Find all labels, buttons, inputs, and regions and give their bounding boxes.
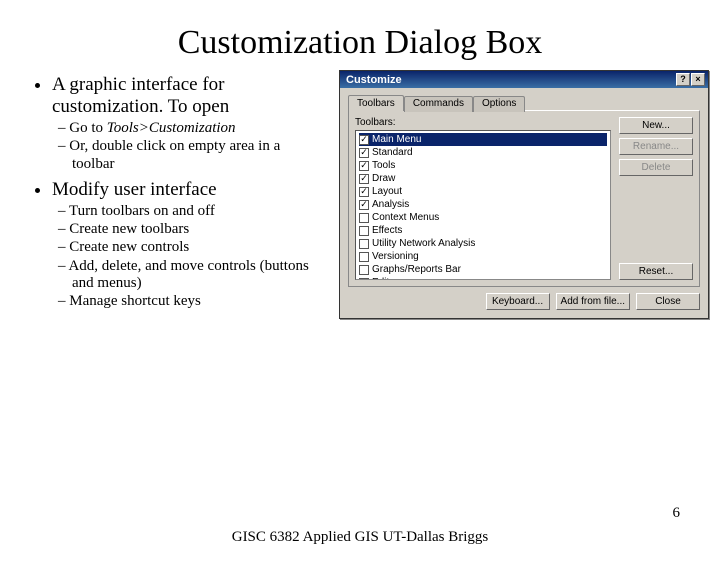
toolbars-listbox[interactable]: ✓Main Menu✓Standard✓Tools✓Draw✓Layout✓An… [355,130,611,280]
tab-toolbars[interactable]: Toolbars [348,95,404,111]
checkbox-icon[interactable]: ✓ [359,187,369,197]
list-item-label: Utility Network Analysis [372,237,475,250]
list-item-label: Graphs/Reports Bar [372,263,461,276]
list-item[interactable]: Effects [359,224,607,237]
list-item[interactable]: ✓Main Menu [359,133,607,146]
list-item-label: Tools [372,159,395,172]
list-item[interactable]: ✓Analysis [359,198,607,211]
customize-dialog: Customize ? × Toolbars Commands Options … [339,70,709,319]
checkbox-icon[interactable]: ✓ [359,135,369,145]
list-item-label: Versioning [372,250,419,263]
list-item[interactable]: ✓Tools [359,159,607,172]
page-number: 6 [673,505,681,522]
footer-text: GISC 6382 Applied GIS UT-Dallas Briggs [0,529,720,546]
checkbox-icon[interactable] [359,278,369,281]
checkbox-icon[interactable]: ✓ [359,174,369,184]
list-item-label: Main Menu [372,133,421,146]
delete-button[interactable]: Delete [619,159,693,176]
bullet-1-sub-1: Go to Tools>Customization [72,120,325,137]
bullet-2: Modify user interface Turn toolbars on a… [52,179,325,311]
add-from-file-button[interactable]: Add from file... [556,293,630,310]
slide-title: Customization Dialog Box [30,24,690,62]
bullet-1: A graphic interface for customization. T… [52,74,325,173]
checkbox-icon[interactable] [359,213,369,223]
bullet-1-text: A graphic interface for customization. T… [52,74,229,117]
help-button[interactable]: ? [676,73,690,86]
list-item[interactable]: Graphs/Reports Bar [359,263,607,276]
bullet-2-sub-4: Add, delete, and move controls (buttons … [72,258,325,293]
list-item-label: Layout [372,185,402,198]
keyboard-button[interactable]: Keyboard... [486,293,550,310]
bullet-2-sub-3: Create new controls [72,239,325,256]
list-item[interactable]: Editor [359,276,607,280]
rename-button[interactable]: Rename... [619,138,693,155]
bullet-2-text: Modify user interface [52,179,217,200]
list-item-label: Effects [372,224,402,237]
dialog-tabs: Toolbars Commands Options [348,94,700,110]
tab-commands[interactable]: Commands [404,96,473,112]
bullet-1-sub-2: Or, double click on empty area in a tool… [72,138,325,173]
bullet-2-sub-5: Manage shortcut keys [72,293,325,310]
list-item-label: Editor [372,276,398,280]
checkbox-icon[interactable] [359,239,369,249]
list-item[interactable]: ✓Layout [359,185,607,198]
checkbox-icon[interactable]: ✓ [359,148,369,158]
dialog-titlebar[interactable]: Customize ? × [340,71,708,88]
list-item-label: Analysis [372,198,409,211]
new-button[interactable]: New... [619,117,693,134]
list-item-label: Standard [372,146,413,159]
checkbox-icon[interactable] [359,226,369,236]
list-item[interactable]: ✓Draw [359,172,607,185]
tab-options[interactable]: Options [473,96,525,112]
toolbars-label: Toolbars: [355,117,611,128]
reset-button[interactable]: Reset... [619,263,693,280]
checkbox-icon[interactable] [359,265,369,275]
list-item-label: Draw [372,172,395,185]
list-item[interactable]: Utility Network Analysis [359,237,607,250]
close-icon[interactable]: × [691,73,705,86]
list-item[interactable]: Context Menus [359,211,607,224]
bullet-2-sub-1: Turn toolbars on and off [72,203,325,220]
list-item-label: Context Menus [372,211,439,224]
checkbox-icon[interactable] [359,252,369,262]
close-button[interactable]: Close [636,293,700,310]
dialog-title: Customize [346,74,402,86]
list-item[interactable]: Versioning [359,250,607,263]
text-column: A graphic interface for customization. T… [30,70,325,319]
checkbox-icon[interactable]: ✓ [359,200,369,210]
bullet-2-sub-2: Create new toolbars [72,221,325,238]
tab-panel: Toolbars: ✓Main Menu✓Standard✓Tools✓Draw… [348,110,700,287]
list-item[interactable]: ✓Standard [359,146,607,159]
checkbox-icon[interactable]: ✓ [359,161,369,171]
